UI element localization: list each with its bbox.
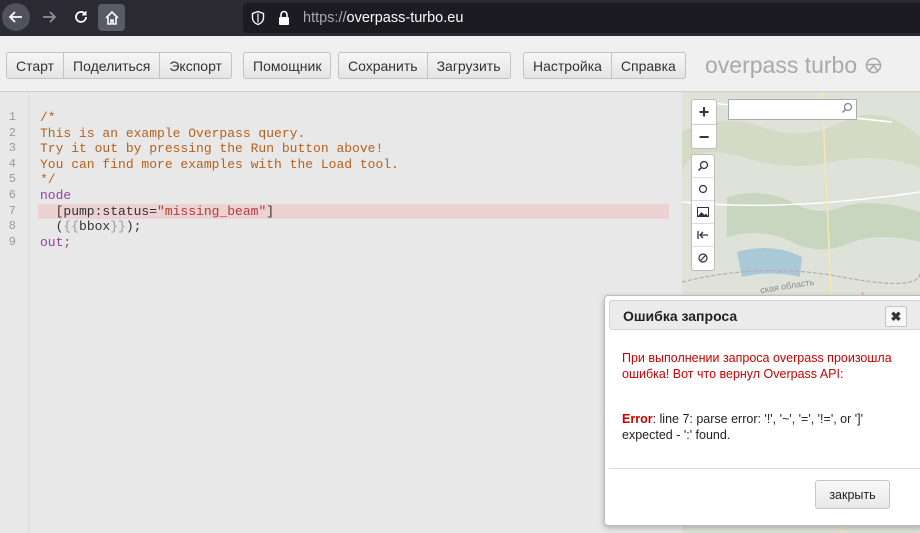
button-group-storage: Сохранить Загрузить — [338, 52, 511, 79]
line-number: 2 — [8, 125, 16, 140]
app-toolbar: Старт Поделиться Экспорт Помощник Сохран… — [0, 36, 920, 92]
home-button[interactable] — [98, 4, 125, 31]
share-button[interactable]: Поделиться — [63, 52, 160, 79]
zoom-control: + − — [691, 99, 717, 149]
settings-button[interactable]: Настройка — [523, 52, 611, 79]
forward-button[interactable] — [35, 3, 63, 31]
line-number: 5 — [8, 172, 16, 187]
brand-text: overpass turbo — [705, 52, 858, 78]
code-line: ({{bbox}}); — [40, 219, 142, 235]
shield-icon — [251, 10, 265, 26]
line-number: 9 — [8, 234, 16, 249]
line-number: 8 — [8, 219, 16, 234]
dialog-title: Ошибка запроса — [623, 308, 738, 324]
reload-icon — [75, 11, 87, 23]
error-text: : line 7: parse error: '!', '~', '=', '!… — [622, 412, 863, 442]
button-group-main: Старт Поделиться Экспорт — [6, 52, 232, 79]
code-line: out; — [40, 234, 72, 250]
error-dialog: Ошибка запроса ✖ При выполнении запроса … — [604, 295, 920, 526]
error-message: При выполнении запроса overpass произошл… — [622, 351, 892, 381]
error-details: Error: line 7: parse error: '!', '~', '=… — [622, 411, 907, 443]
dialog-divider — [609, 468, 920, 469]
button-group-help: Настройка Справка — [523, 52, 686, 79]
save-button[interactable]: Сохранить — [338, 52, 427, 79]
wizard-button[interactable]: Помощник — [243, 52, 332, 79]
address-bar[interactable]: https://overpass-turbo.eu — [243, 3, 920, 33]
image-icon — [697, 207, 709, 217]
zoom-to-data-button[interactable] — [692, 155, 714, 178]
locate-button[interactable] — [692, 178, 714, 201]
code-line: */ — [40, 172, 56, 188]
map-tools — [691, 154, 715, 271]
code-line: [pump:status="missing_beam"] — [38, 203, 669, 220]
query-editor[interactable]: 123456789 /* This is an example Overpass … — [0, 92, 682, 533]
button-group-wizard: Помощник — [243, 52, 332, 79]
back-button[interactable] — [2, 3, 30, 31]
line-number: 6 — [8, 188, 16, 202]
arrow-left-icon — [8, 11, 22, 23]
error-label: Error — [622, 412, 653, 426]
line-number: 4 — [8, 156, 16, 171]
export-button[interactable]: Экспорт — [159, 52, 232, 79]
line-number-gutter: 123456789 — [0, 92, 29, 533]
clear-data-button[interactable] — [692, 247, 714, 269]
load-button[interactable]: Загрузить — [426, 52, 511, 79]
url-text: https://overpass-turbo.eu — [303, 10, 464, 26]
reload-button[interactable] — [67, 3, 95, 31]
dialog-ok-button[interactable]: закрыть — [815, 480, 890, 509]
dialog-close-button[interactable]: ✖ — [885, 306, 907, 327]
start-button[interactable]: Старт — [6, 52, 64, 79]
zoom-out-button[interactable]: − — [692, 125, 716, 149]
home-icon — [104, 10, 119, 25]
turbo-logo-icon — [865, 57, 882, 74]
line-number: 1 — [8, 110, 16, 124]
code-line: You can find more examples with the Load… — [40, 156, 399, 172]
code-line: Try it out by pressing the Run button ab… — [40, 141, 384, 157]
circle-icon — [698, 184, 708, 194]
forbidden-icon — [698, 253, 708, 263]
code-line: This is an example Overpass query. — [40, 125, 306, 141]
zoom-in-button[interactable]: + — [692, 100, 716, 125]
code-line: node — [40, 187, 72, 203]
dialog-header: Ошибка запроса ✖ — [609, 300, 920, 330]
line-number: 3 — [8, 141, 16, 156]
lock-icon — [279, 10, 289, 25]
close-icon: ✖ — [890, 308, 902, 324]
arrow-right-icon — [43, 11, 57, 23]
code-area[interactable]: /* This is an example Overpass query. Try … — [38, 110, 669, 250]
help-button[interactable]: Справка — [610, 52, 686, 79]
line-number: 7 — [8, 203, 16, 218]
image-export-button[interactable] — [692, 201, 714, 224]
brand-title: overpass turbo — [705, 52, 882, 79]
map-search-input[interactable] — [728, 99, 857, 120]
code-line: /* — [40, 110, 56, 125]
search-icon — [841, 102, 853, 114]
expand-arrow-icon — [697, 231, 708, 239]
fullscreen-button[interactable] — [692, 224, 714, 247]
magnifier-icon — [697, 160, 709, 172]
browser-chrome: https://overpass-turbo.eu — [0, 0, 920, 36]
